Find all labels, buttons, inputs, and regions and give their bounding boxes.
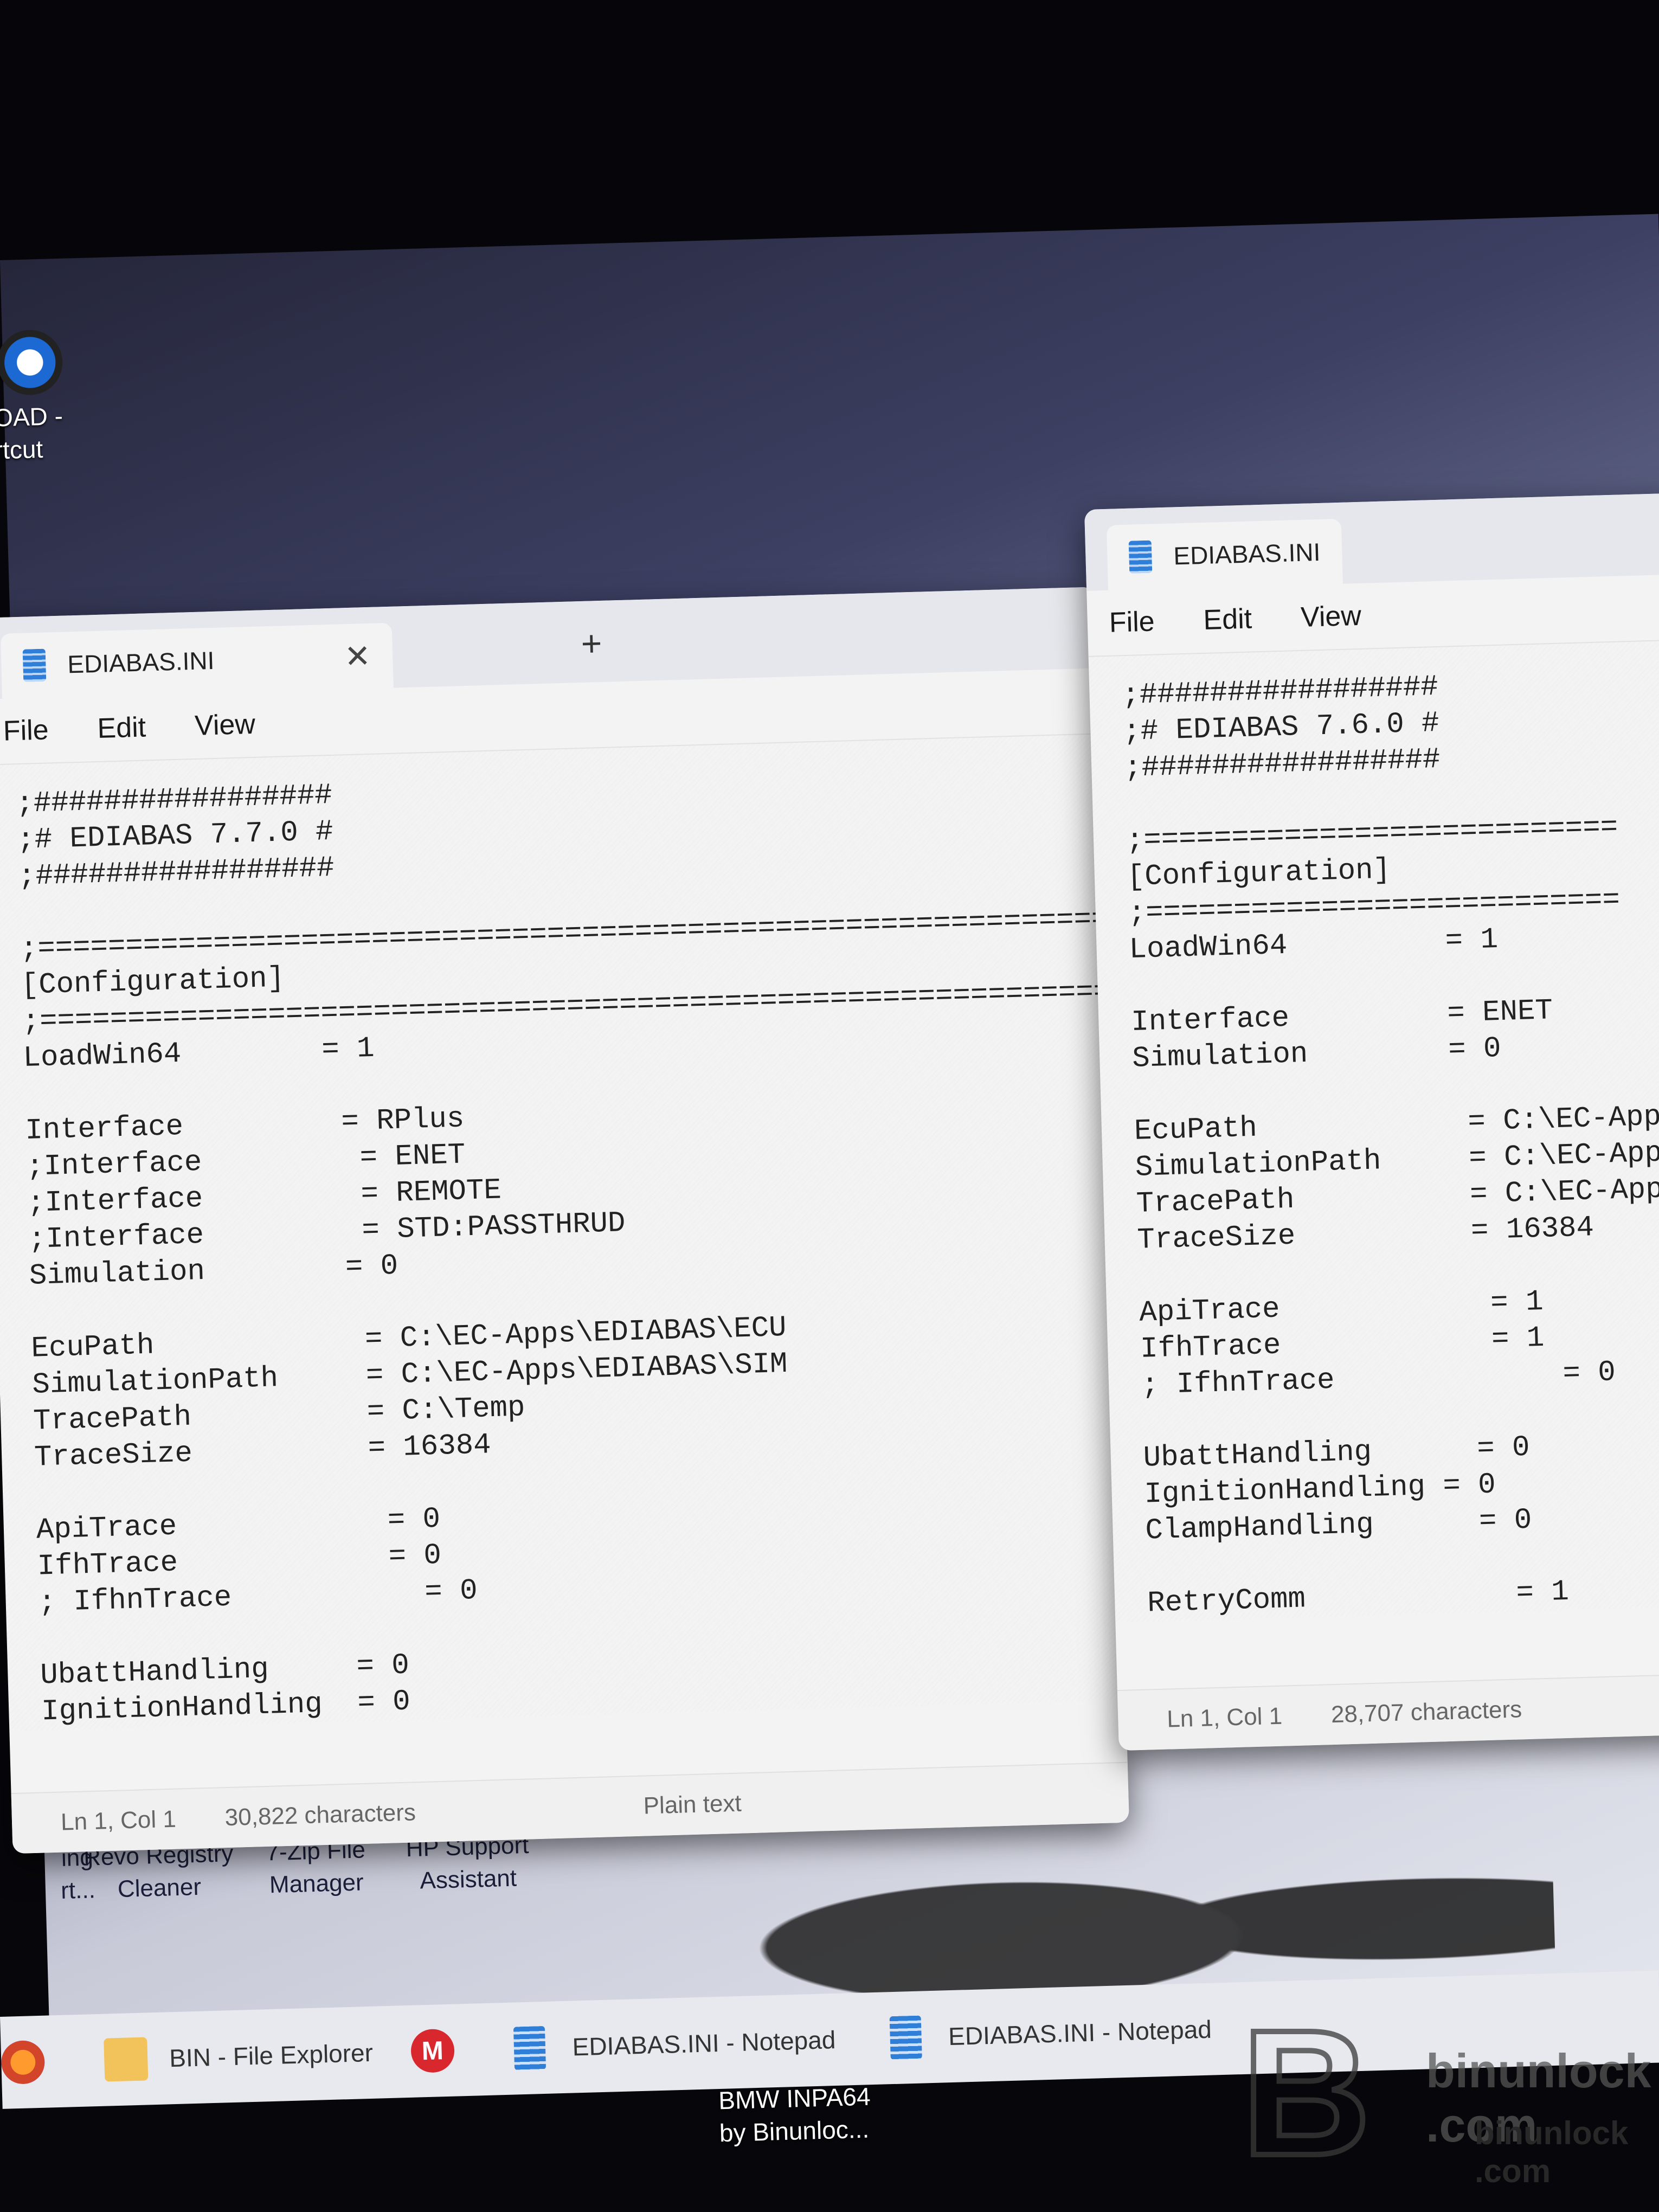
text-editor[interactable]: ;################# ;# EDIABAS 7.7.0 # ;###… [0,734,1129,1732]
taskbar-mega[interactable]: M [410,2028,477,2073]
text-editor[interactable]: ;################# ;# EDIABAS 7.6.0 # ;###… [1088,639,1659,1623]
shortcut-label-line-2: by Binunloc... [719,2114,870,2147]
taskbar-notepad-1[interactable]: EDIABAS.INI - Notepad [513,2018,837,2070]
bmw-logo-icon [0,329,63,396]
notepad-icon [22,648,47,682]
menu-file[interactable]: File [3,713,49,747]
taskbar-file-explorer[interactable]: BIN - File Explorer [104,2031,374,2082]
shortcut-label-line-2: rtcut [0,434,43,465]
taskbar-item-label: BIN - File Explorer [169,2038,374,2073]
watermark-logo-b: B [1239,1992,1373,2193]
desktop-shortcut-top-left[interactable]: OAD - rtcut [0,329,82,466]
notepad-icon [513,2025,546,2070]
tab-title: EDIABAS.INI [67,646,215,679]
folder-icon [104,2037,149,2082]
binunlock-watermark: B binunlock .com binunlock .com [1239,1992,1659,2212]
menu-edit[interactable]: Edit [97,711,146,744]
tab-title: EDIABAS.INI [1173,537,1321,570]
tab-ediabas-ini[interactable]: EDIABAS.INI ✕ [0,622,394,699]
cursor-position: Ln 1, Col 1 [1166,1702,1283,1733]
taskbar-notepad-2[interactable]: EDIABAS.INI - Notepad [889,2008,1212,2060]
notepad-icon [889,2015,922,2060]
new-tab-button[interactable]: + [581,622,603,664]
character-count: 30,822 characters [224,1799,416,1831]
tab-ediabas-ini[interactable]: EDIABAS.INI [1106,518,1343,590]
shortcut-label-line-2: Assistant [419,1864,517,1894]
menu-view[interactable]: View [1300,600,1361,634]
close-tab-icon[interactable]: ✕ [344,638,371,675]
shortcut-label-line-2: Manager [269,1869,364,1899]
menu-file[interactable]: File [1109,605,1155,639]
shortcut-label-line-1: OAD - [0,401,63,432]
desktop-shortcut-bmw-inpa64[interactable]: BMW INPA64 by Binunloc... [718,2080,872,2150]
taskbar-item-label: EDIABAS.INI - Notepad [948,2015,1212,2051]
taskbar-item-label: EDIABAS.INI - Notepad [571,2025,837,2061]
menu-edit[interactable]: Edit [1203,602,1252,636]
firefox-icon[interactable] [1,2040,46,2085]
character-count: 28,707 characters [1330,1696,1522,1728]
notepad-window-right[interactable]: EDIABAS.INI File Edit View ;############… [1084,492,1659,1751]
encoding-type: Plain text [643,1790,742,1819]
notepad-window-left[interactable]: EDIABAS.INI ✕ + File Edit View ;########… [0,587,1129,1854]
cursor-position: Ln 1, Col 1 [60,1805,177,1836]
mega-icon: M [410,2028,455,2073]
watermark-text-small: binunlock .com [1475,2115,1629,2189]
menu-view[interactable]: View [194,708,255,742]
shortcut-label-line-2: Cleaner [117,1873,202,1903]
notepad-icon [1128,540,1153,574]
